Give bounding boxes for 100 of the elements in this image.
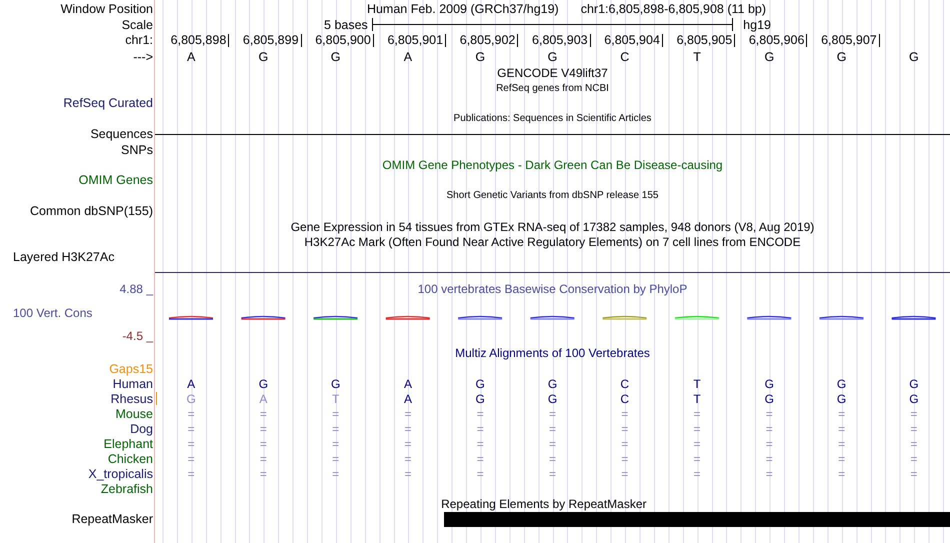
- track-label: RefSeq Curated: [63, 96, 153, 110]
- track-label: SNPs: [121, 142, 153, 157]
- track-label: Scale: [122, 18, 153, 32]
- base-letter: G: [764, 392, 774, 406]
- base-letter: =: [548, 466, 556, 481]
- track-label: Layered H3K27Ac: [13, 250, 114, 264]
- track-title: Gene Expression in 54 tissues from GTEx RNA-seq of 17382 samples, 948 donors (V8, Aug 2019): [290, 220, 814, 234]
- base-letter: =: [621, 436, 628, 451]
- position-label: 6,805,902: [460, 33, 516, 47]
- base-letter: G: [836, 376, 846, 391]
- base-letter: =: [838, 466, 846, 481]
- base-letter: =: [910, 406, 918, 421]
- base-letter: =: [621, 452, 628, 466]
- assembly-title: Human Feb. 2009 (GRCh37/hg19): [366, 2, 559, 16]
- base-letter: =: [766, 406, 773, 421]
- track-title: H3K27Ac Mark (Often Found Near Active Regulatory Elements) on 7 cell lines from ENCODE: [304, 234, 801, 249]
- base-letter: C: [620, 392, 630, 406]
- species-label: Zebrafish: [100, 482, 153, 496]
- base-letter: C: [620, 376, 630, 391]
- base-letter: =: [694, 466, 701, 481]
- axis-min-label: -4.5 _: [121, 328, 153, 346]
- base-letter: G: [909, 376, 919, 391]
- base-letter: =: [621, 466, 628, 481]
- tick-mark: [734, 34, 736, 46]
- base-letter: =: [766, 436, 773, 451]
- base-letter: =: [476, 452, 484, 466]
- base-letter: =: [838, 422, 846, 436]
- base-letter: =: [766, 466, 773, 481]
- base-letter: T: [693, 392, 701, 406]
- track-label: 100 Vert. Cons: [12, 305, 94, 322]
- base-letter: A: [404, 50, 412, 64]
- position-label: 6,805,899: [242, 33, 299, 47]
- track-label: chr1:: [125, 33, 153, 47]
- base-letter: =: [548, 422, 556, 436]
- base-letter: G: [475, 50, 486, 64]
- species-label: Rhesus: [110, 392, 153, 406]
- track-label: --->: [133, 50, 153, 64]
- base-letter: =: [694, 422, 701, 436]
- axis-max-label: 4.88 _: [118, 281, 153, 298]
- base-letter: G: [476, 376, 485, 391]
- base-letter: =: [694, 406, 701, 421]
- base-letter: =: [694, 452, 701, 466]
- track-title: Short Genetic Variants from dbSNP release 155: [446, 190, 658, 202]
- base-letter: =: [548, 452, 556, 466]
- base-letter: =: [766, 452, 773, 466]
- track-title: OMIM Gene Phenotypes - Dark Green Can Be Disease-causing: [382, 158, 723, 172]
- species-label: Human: [112, 376, 153, 391]
- species-label: Elephant: [104, 436, 153, 451]
- base-letter: =: [621, 422, 628, 436]
- base-letter: =: [838, 406, 846, 421]
- base-letter: G: [258, 376, 268, 391]
- track-title: RefSeq genes from NCBI: [496, 82, 609, 94]
- base-letter: G: [331, 376, 340, 391]
- tick-mark: [878, 34, 880, 46]
- base-letter: A: [404, 392, 412, 406]
- position-label: 6,805,906: [748, 33, 804, 47]
- base-letter: =: [910, 452, 918, 466]
- track-label: Window Position: [60, 2, 153, 16]
- base-letter: =: [188, 422, 195, 436]
- species-label: Chicken: [108, 452, 153, 466]
- tick-mark: [662, 34, 663, 46]
- tick-mark: [372, 34, 374, 46]
- position-label: 6,805,900: [315, 33, 371, 47]
- base-letter: G: [330, 50, 341, 64]
- tick-mark: [445, 34, 446, 46]
- base-letter: =: [332, 452, 340, 466]
- base-letter: =: [476, 466, 484, 481]
- base-letter: T: [693, 50, 701, 64]
- position-text: chr1:6,805,898-6,805,908 (11 bp): [580, 2, 766, 16]
- base-letter: =: [548, 406, 556, 421]
- track-title: Publications: Sequences in Scientific Articles: [454, 113, 652, 124]
- scale-length: 5 bases: [324, 18, 369, 32]
- base-letter: G: [908, 50, 919, 64]
- position-label: 6,805,904: [604, 33, 660, 47]
- species-label: X_tropicalis: [88, 466, 153, 481]
- tick-mark: [590, 34, 591, 46]
- base-letter: =: [188, 452, 195, 466]
- species-label: Mouse: [115, 406, 153, 421]
- species-label: Dog: [130, 422, 153, 436]
- base-letter: =: [260, 406, 267, 421]
- base-letter: =: [548, 436, 556, 451]
- base-letter: =: [621, 406, 628, 421]
- tick-mark: [806, 34, 808, 46]
- base-letter: G: [764, 376, 774, 391]
- gap-count: 15: [139, 362, 153, 376]
- base-letter: C: [620, 50, 630, 64]
- base-letter: G: [476, 392, 485, 406]
- base-letter: =: [476, 406, 484, 421]
- base-letter: =: [188, 406, 195, 421]
- base-letter: =: [260, 452, 267, 466]
- base-letter: G: [909, 392, 919, 406]
- base-letter: =: [838, 452, 846, 466]
- base-letter: T: [332, 392, 340, 406]
- base-letter: G: [836, 392, 846, 406]
- base-letter: =: [404, 436, 412, 451]
- base-letter: =: [188, 436, 195, 451]
- base-letter: =: [476, 436, 484, 451]
- position-label: 6,805,903: [532, 33, 588, 47]
- track-label: OMIM Genes: [78, 173, 153, 188]
- track-title: Multiz Alignments of 100 Vertebrates: [455, 346, 650, 360]
